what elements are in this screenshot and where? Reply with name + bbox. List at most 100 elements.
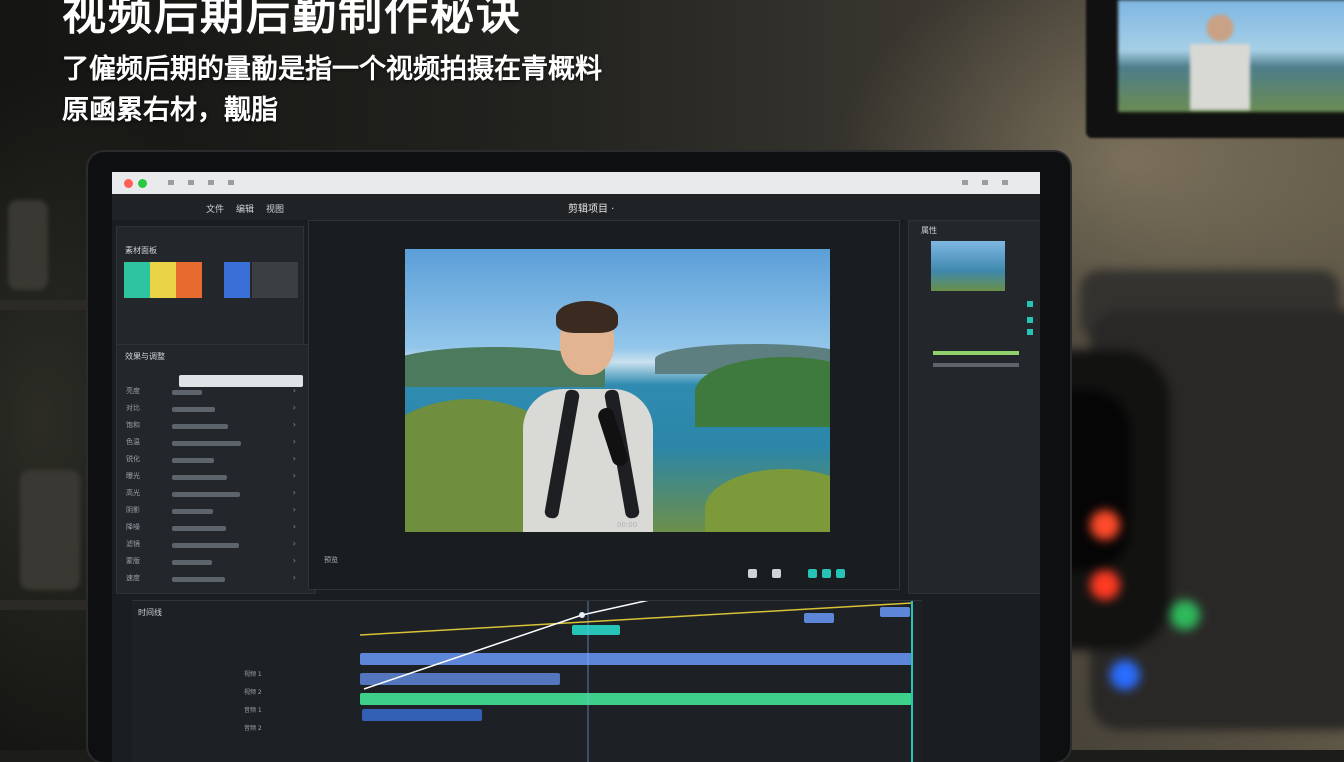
chevron-right-icon: › [292, 454, 296, 463]
effect-list-item[interactable]: 高光 › [126, 488, 296, 501]
person-hair [556, 301, 618, 333]
keyframe-curve[interactable] [132, 601, 922, 762]
menu-edit[interactable]: 编辑 [236, 202, 254, 215]
camera-led-red [1090, 570, 1120, 600]
effect-bar [172, 509, 213, 514]
preview-status: 预览 [324, 556, 338, 564]
effect-label: 蒙版 [126, 557, 140, 565]
effect-list-item[interactable]: 滤镜 › [126, 539, 296, 552]
effect-label: 饱和 [126, 421, 140, 429]
effect-bar [172, 441, 241, 446]
color-swatch[interactable] [124, 262, 150, 298]
menu-file[interactable]: 文件 [206, 202, 224, 215]
effect-bar [172, 458, 214, 463]
headline-subtitle-line1: 了僱频后期的量勈是指一个视频拍摄在青概料 [62, 54, 602, 85]
effect-label: 锐化 [126, 455, 140, 463]
effect-bar [172, 577, 225, 582]
titlebar-icon [982, 180, 988, 185]
zoom-button[interactable] [836, 569, 845, 578]
step-button[interactable] [772, 569, 781, 578]
effect-list-item[interactable]: 曝光 › [126, 471, 296, 484]
chevron-right-icon: › [292, 573, 296, 582]
effect-bar [172, 407, 215, 412]
effect-label: 速度 [126, 574, 140, 582]
window-minimize-button[interactable] [138, 179, 147, 188]
effect-bar [172, 390, 202, 395]
color-swatch[interactable] [176, 262, 202, 298]
effect-list-item[interactable]: 降噪 › [126, 522, 296, 535]
effect-bar [172, 424, 228, 429]
effect-list-item[interactable]: 对比 › [126, 403, 296, 416]
effects-panel-title: 效果与调整 [125, 352, 165, 361]
editor-window: 文件 编辑 视图 剪辑项目 · 素材面板 效果与调整 亮度 › 对比 › 饱和 › 色温 › 锐… [112, 172, 1040, 762]
effect-label: 滤镜 [126, 540, 140, 548]
color-swatch[interactable] [252, 262, 298, 298]
headline-subtitle-line2: 原凾累右材，觏脂 [62, 95, 278, 126]
chevron-right-icon: › [292, 488, 296, 497]
effect-bar [172, 492, 240, 497]
titlebar-icon [188, 180, 194, 185]
property-toggle[interactable] [1027, 329, 1033, 335]
properties-thumbnail[interactable] [931, 241, 1005, 291]
chevron-right-icon: › [292, 505, 296, 514]
keyframe-point[interactable] [579, 612, 585, 618]
play-button[interactable] [748, 569, 757, 578]
chevron-right-icon: › [292, 522, 296, 531]
effect-label: 高光 [126, 489, 140, 497]
effect-label: 降噪 [126, 523, 140, 531]
effect-list-item[interactable]: 饱和 › [126, 420, 296, 433]
title-bar [112, 172, 1040, 194]
effect-list-item[interactable]: 亮度 › [126, 386, 296, 399]
property-slider[interactable] [933, 351, 1019, 355]
effect-label: 阴影 [126, 506, 140, 514]
camera-led-red [1090, 510, 1120, 540]
properties-panel: 属性 [908, 220, 1040, 594]
window-close-button[interactable] [124, 179, 133, 188]
titlebar-icon [228, 180, 234, 185]
background-monitor-person [1190, 10, 1250, 110]
property-slider[interactable] [933, 363, 1019, 367]
effect-bar [172, 475, 227, 480]
chevron-right-icon: › [292, 386, 296, 395]
camera-led-blue [1110, 660, 1140, 690]
titlebar-icon [168, 180, 174, 185]
chevron-right-icon: › [292, 539, 296, 548]
chevron-right-icon: › [292, 403, 296, 412]
mark-button[interactable] [822, 569, 831, 578]
effect-label: 对比 [126, 404, 140, 412]
timeline-panel: 时间线 视频 1 视频 2 音频 1 音频 2 [132, 600, 922, 762]
effect-list-item[interactable]: 色温 › [126, 437, 296, 450]
project-title: 剪辑项目 · [568, 204, 615, 215]
shelf-pot [20, 470, 80, 590]
effect-list-item[interactable]: 锐化 › [126, 454, 296, 467]
titlebar-icon [1002, 180, 1008, 185]
chevron-right-icon: › [292, 437, 296, 446]
camera-led-green [1170, 600, 1200, 630]
chevron-right-icon: › [292, 556, 296, 565]
effect-bar [172, 526, 226, 531]
loop-button[interactable] [808, 569, 817, 578]
video-preview[interactable] [405, 249, 830, 532]
property-toggle[interactable] [1027, 317, 1033, 323]
preview-timecode: 00:00 [617, 521, 638, 529]
media-panel-title: 素材面板 [125, 246, 157, 255]
menu-view[interactable]: 视图 [266, 202, 284, 215]
effect-bar [172, 543, 239, 548]
headline-title: 视频后期后勤制作秘诀 [62, 0, 522, 40]
effect-list-item[interactable]: 速度 › [126, 573, 296, 586]
titlebar-icon [962, 180, 968, 185]
effect-bar [172, 560, 212, 565]
chevron-right-icon: › [292, 420, 296, 429]
titlebar-icon [208, 180, 214, 185]
chevron-right-icon: › [292, 471, 296, 480]
color-swatch[interactable] [150, 262, 176, 298]
shelf-pot [8, 200, 48, 290]
hill [705, 469, 830, 532]
effect-list-item[interactable]: 阴影 › [126, 505, 296, 518]
color-swatch[interactable] [224, 262, 250, 298]
effect-label: 亮度 [126, 387, 140, 395]
property-toggle[interactable] [1027, 301, 1033, 307]
effect-label: 曝光 [126, 472, 140, 480]
properties-panel-title: 属性 [921, 226, 937, 235]
effect-list-item[interactable]: 蒙版 › [126, 556, 296, 569]
